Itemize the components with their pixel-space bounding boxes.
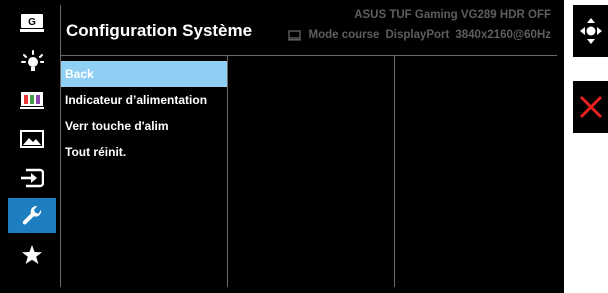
monitor-icon <box>287 29 301 41</box>
input-select-icon <box>21 168 44 187</box>
close-icon <box>579 95 603 119</box>
wrench-icon <box>22 205 42 224</box>
menu-item-back[interactable]: Back <box>61 61 227 87</box>
system-setup-menu: Back Indicateur d’alimentation Verr touc… <box>61 61 227 165</box>
image-icon <box>20 129 44 148</box>
nav-close-hint <box>573 81 608 133</box>
monitor-model: ASUS TUF Gaming VG289 HDR OFF <box>354 9 551 21</box>
sidebar: G <box>0 0 60 293</box>
osd-panel: G Configuration Système ASUS TUF Gaming … <box>0 0 564 293</box>
sidebar-item-color[interactable] <box>8 82 56 117</box>
sidebar-item-input-select[interactable] <box>8 160 56 195</box>
nav-move-hint <box>573 5 608 57</box>
input-status: DisplayPort <box>385 29 450 41</box>
color-icon <box>20 91 44 109</box>
splendid-icon <box>21 49 44 71</box>
column-divider-1 <box>227 56 228 287</box>
star-icon <box>22 244 42 264</box>
joystick-move-icon <box>580 18 602 44</box>
sidebar-item-image[interactable] <box>8 121 56 156</box>
sidebar-item-system-setup[interactable] <box>8 198 56 233</box>
resolution-status: 3840x2160@60Hz <box>455 29 551 41</box>
page-title: Configuration Système <box>66 21 253 40</box>
menu-item-power-key-lock[interactable]: Verr touche d'alim <box>61 113 227 139</box>
gameplus-icon: G <box>20 13 44 32</box>
menu-item-reset-all[interactable]: Tout réinit. <box>61 139 227 165</box>
sidebar-item-splendid[interactable] <box>8 44 56 79</box>
status-line: Mode course DisplayPort 3840x2160@60Hz <box>287 29 551 41</box>
menu-item-power-indicator[interactable]: Indicateur d’alimentation <box>61 87 227 113</box>
header-divider <box>60 55 557 56</box>
sidebar-item-gameplus[interactable]: G <box>8 5 56 40</box>
column-divider-2 <box>394 56 395 287</box>
gameplus-label: G <box>28 17 36 28</box>
sidebar-item-favorites[interactable] <box>8 237 56 272</box>
game-mode-status: Mode course <box>308 29 380 41</box>
